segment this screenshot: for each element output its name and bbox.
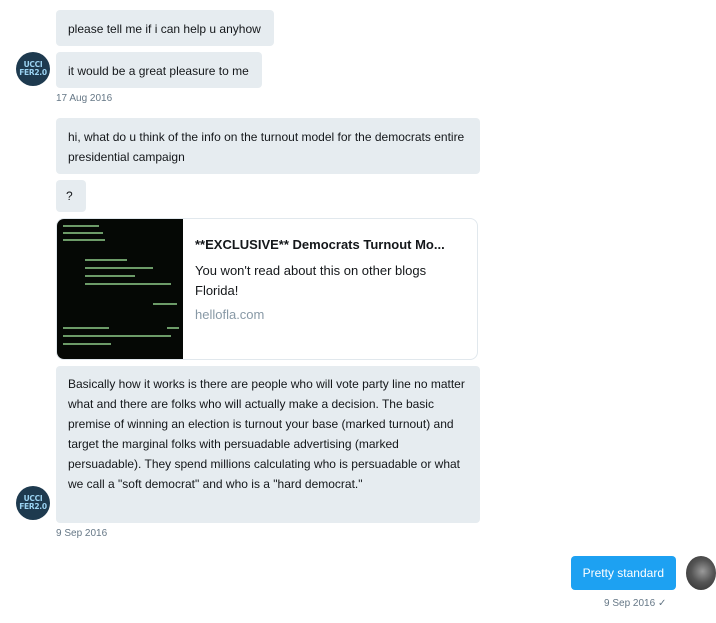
reply-timestamp-row: 9 Sep 2016 ✓	[604, 598, 666, 609]
message-timestamp: 17 Aug 2016	[56, 93, 113, 104]
reply-text: Pretty standard	[582, 566, 664, 580]
sender-avatar[interactable]: UCCI FER2.0	[16, 486, 50, 520]
message-bubble: please tell me if i can help u anyhow	[56, 10, 274, 46]
reply-timestamp: 9 Sep 2016	[604, 598, 656, 609]
message-bubble: ?	[56, 180, 86, 212]
avatar-text-line2: FER2.0	[19, 68, 47, 77]
user-avatar[interactable]	[686, 556, 716, 590]
message-text: hi, what do u think of the info on the t…	[68, 130, 465, 164]
link-preview-description: You won't read about this on other blogs…	[195, 263, 427, 298]
avatar-text-line2: FER2.0	[19, 502, 47, 511]
link-preview-image	[57, 219, 183, 359]
message-text: please tell me if i can help u anyhow	[68, 22, 261, 36]
message-bubble: Basically how it works is there are peop…	[56, 366, 480, 523]
message-bubble: it would be a great pleasure to me	[56, 52, 262, 88]
link-preview-domain: hellofla.com	[195, 307, 265, 322]
sender-avatar[interactable]: UCCI FER2.0	[16, 52, 50, 86]
message-text: it would be a great pleasure to me	[68, 64, 249, 78]
link-preview-title[interactable]: **EXCLUSIVE** Democrats Turnout Mo...	[195, 237, 445, 252]
message-text: Basically how it works is there are peop…	[68, 377, 465, 491]
reply-bubble: Pretty standard	[570, 556, 676, 590]
message-text: ?	[66, 189, 73, 203]
message-timestamp: 9 Sep 2016	[56, 528, 108, 539]
message-bubble: hi, what do u think of the info on the t…	[56, 118, 480, 174]
link-preview-card[interactable]: **EXCLUSIVE** Democrats Turnout Mo... Yo…	[56, 218, 478, 360]
check-icon: ✓	[657, 598, 667, 609]
